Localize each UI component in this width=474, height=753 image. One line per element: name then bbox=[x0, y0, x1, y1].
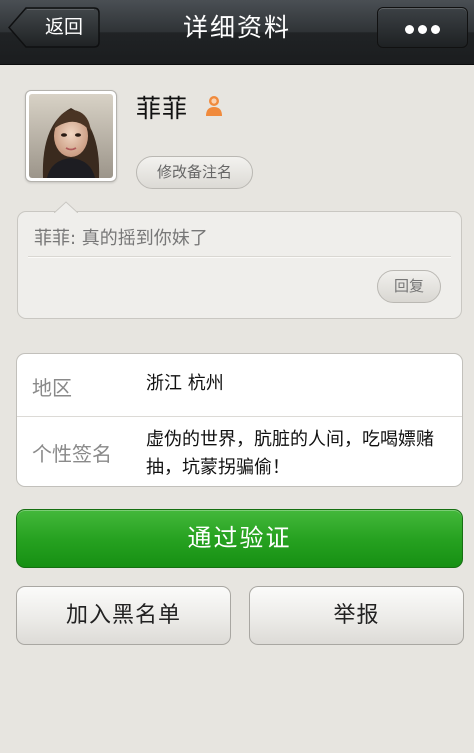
female-user-icon bbox=[206, 96, 222, 116]
info-card: 地区 浙江 杭州 个性签名 虚伪的世界，肮脏的人间，吃喝嫖赌抽，坑蒙拐骗偷！ bbox=[16, 353, 463, 487]
region-label: 地区 bbox=[32, 376, 72, 400]
back-button[interactable]: 返回 bbox=[8, 7, 100, 48]
more-button[interactable] bbox=[377, 7, 468, 48]
divider bbox=[28, 256, 451, 258]
greeting-message-box: 菲菲: 真的摇到你妹了 回复 bbox=[17, 201, 462, 319]
edit-remark-button[interactable]: 修改备注名 bbox=[136, 156, 253, 189]
signature-label: 个性签名 bbox=[32, 442, 112, 466]
back-button-label: 返回 bbox=[44, 16, 83, 38]
divider bbox=[17, 416, 462, 417]
title-bar: 返回 详细资料 bbox=[0, 0, 474, 65]
avatar[interactable] bbox=[25, 90, 117, 182]
accept-verification-button[interactable]: 通过验证 bbox=[16, 509, 463, 568]
greeting-message-text: 菲菲: 真的摇到你妹了 bbox=[34, 228, 208, 249]
avatar-photo bbox=[29, 94, 113, 178]
signature-value: 虚伪的世界，肮脏的人间，吃喝嫖赌抽，坑蒙拐骗偷！ bbox=[146, 429, 434, 478]
more-dots-icon bbox=[378, 8, 467, 47]
report-button[interactable]: 举报 bbox=[249, 586, 464, 645]
bubble-tail-shape bbox=[54, 201, 78, 214]
reply-button[interactable]: 回复 bbox=[377, 270, 441, 303]
page-title: 详细资料 bbox=[182, 13, 291, 42]
nickname: 菲菲 bbox=[136, 94, 189, 123]
region-value: 浙江 杭州 bbox=[146, 373, 224, 394]
add-to-blacklist-button[interactable]: 加入黑名单 bbox=[16, 586, 231, 645]
